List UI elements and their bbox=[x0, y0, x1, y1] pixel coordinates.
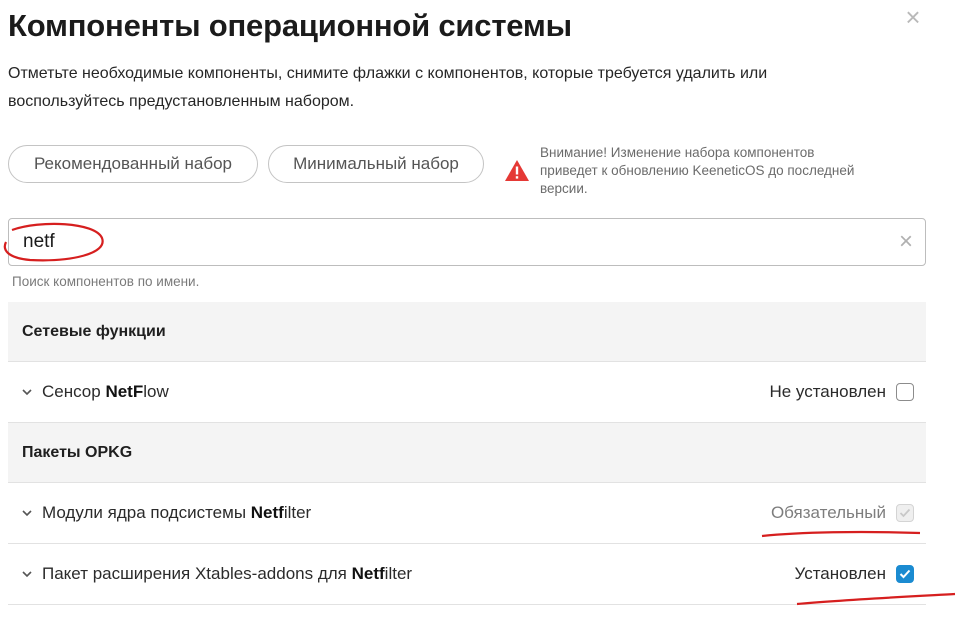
component-status: Обязательный bbox=[770, 503, 886, 522]
warning-text: Внимание! Изменение набора компонентов п… bbox=[540, 145, 855, 196]
group-header-network-functions: Сетевые функции bbox=[8, 302, 926, 362]
component-checkbox[interactable] bbox=[896, 383, 914, 401]
group-header-opkg-packages: Пакеты OPKG bbox=[8, 423, 926, 483]
chevron-down-icon[interactable] bbox=[22, 386, 34, 398]
component-name: Модули ядра подсистемы Netfilter bbox=[42, 503, 312, 522]
dialog-description: Отметьте необходимые компоненты, снимите… bbox=[8, 65, 768, 110]
component-checkbox-checked[interactable] bbox=[896, 565, 914, 583]
component-status: Не установлен bbox=[769, 382, 886, 401]
dialog-title: Компоненты операционной системы bbox=[8, 8, 572, 43]
search-hint: Поиск компонентов по имени. bbox=[12, 274, 200, 289]
component-row-netfilter-kernel-modules[interactable]: Модули ядра подсистемы Netfilter Обязате… bbox=[8, 483, 926, 544]
component-list: Сетевые функции Сенсор NetFlow Не устано… bbox=[8, 302, 926, 605]
component-name: Сенсор NetFlow bbox=[42, 382, 169, 401]
search-input[interactable] bbox=[23, 227, 883, 257]
component-checkbox-disabled bbox=[896, 504, 914, 522]
recommended-set-button[interactable]: Рекомендованный набор bbox=[8, 145, 258, 183]
minimal-set-button[interactable]: Минимальный набор bbox=[268, 145, 484, 183]
warning-triangle-icon bbox=[505, 160, 529, 181]
search-box: × bbox=[8, 218, 926, 266]
chevron-down-icon[interactable] bbox=[22, 568, 34, 580]
clear-search-icon[interactable]: × bbox=[899, 230, 913, 254]
component-status: Установлен bbox=[794, 564, 886, 583]
component-row-xtables-addons[interactable]: Пакет расширения Xtables-addons для Netf… bbox=[8, 544, 926, 605]
component-name: Пакет расширения Xtables-addons для Netf… bbox=[42, 564, 413, 583]
component-row-netflow[interactable]: Сенсор NetFlow Не установлен bbox=[8, 362, 926, 423]
close-icon[interactable]: × bbox=[900, 4, 926, 30]
chevron-down-icon[interactable] bbox=[22, 507, 34, 519]
